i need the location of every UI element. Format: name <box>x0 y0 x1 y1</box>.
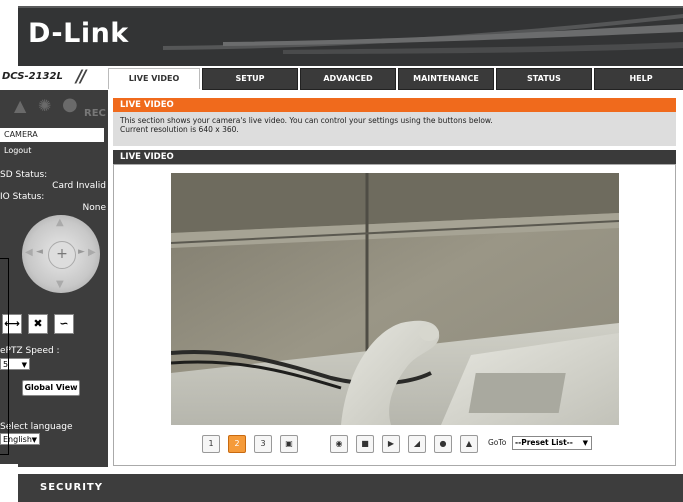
chevron-down-icon: ▼ <box>21 361 27 369</box>
tab-status[interactable]: STATUS <box>496 68 592 90</box>
tab-live-video[interactable]: LIVE VIDEO <box>108 68 200 89</box>
step-right-icon[interactable]: ► <box>78 247 85 257</box>
sidebar-item-logout[interactable]: Logout <box>0 144 104 158</box>
model-label-area: DCS-2132L // <box>0 66 100 90</box>
eptz-speed-select[interactable]: 5 ▼ <box>0 358 30 370</box>
section-title: LIVE VIDEO <box>113 98 676 112</box>
preset-list-select[interactable]: --Preset List-- ▼ <box>512 436 592 450</box>
left-frame-tick-bottom <box>0 454 9 455</box>
description-line-2: Current resolution is 640 x 360. <box>120 125 239 134</box>
pan-up-icon[interactable]: ▲ <box>56 217 64 228</box>
stop-patrol-button[interactable]: ✖ <box>28 314 48 334</box>
video-section-title: LIVE VIDEO <box>113 150 676 164</box>
header-banner: D-Link <box>18 6 683 66</box>
tab-setup[interactable]: SETUP <box>202 68 298 90</box>
horizontal-patrol-button[interactable]: ⟷ <box>2 314 22 334</box>
header-swoosh <box>163 14 683 54</box>
description-line-1: This section shows your camera's live vi… <box>120 116 493 125</box>
chevron-down-icon: ▼ <box>31 436 37 444</box>
footer: SECURITY <box>18 474 683 502</box>
d-link-logo: D-Link <box>28 18 129 49</box>
folder-icon[interactable]: ▶ <box>382 435 400 453</box>
language-label: Select language <box>0 422 73 432</box>
io-status-label: IO Status: <box>0 192 45 202</box>
left-frame-line <box>8 258 9 454</box>
pan-left-icon[interactable]: ◀ <box>25 247 33 258</box>
motion-icon: ✺ <box>38 96 52 115</box>
ptz-control-pad[interactable]: ▲ ▼ ◀ ▶ ◄ ► + <box>22 215 100 293</box>
pan-down-icon[interactable]: ▼ <box>56 279 64 290</box>
tab-advanced[interactable]: ADVANCED <box>300 68 396 90</box>
path-patrol-button[interactable]: ∽ <box>54 314 74 334</box>
sd-status-label: SD Status: <box>0 170 48 180</box>
speaker-icon[interactable]: ◢ <box>408 435 426 453</box>
divider-slashes-icon: // <box>76 67 87 87</box>
microphone-icon[interactable]: ● <box>434 435 452 453</box>
snapshot-icon[interactable]: ◉ <box>330 435 348 453</box>
preset-list-value: --Preset List-- <box>515 438 573 447</box>
section-description: This section shows your camera's live vi… <box>113 112 676 146</box>
left-frame-tick-top <box>0 258 9 259</box>
stream-3-button[interactable]: 3 <box>254 435 272 453</box>
video-panel: 1 2 3 ▣ ◉ ■ ▶ ◢ ● ▲ GoTo --Preset List--… <box>113 164 676 466</box>
language-select[interactable]: English ▼ <box>0 433 40 445</box>
sidebar-item-camera[interactable]: CAMERA <box>0 128 104 142</box>
sidebar: ▲ ✺ ● REC CAMERA Logout SD Status: Card … <box>0 90 108 467</box>
sd-status-value: Card Invalid <box>52 181 106 191</box>
step-left-icon[interactable]: ◄ <box>36 247 43 257</box>
stream-1-button[interactable]: 1 <box>202 435 220 453</box>
digital-output-icon[interactable]: ▲ <box>460 435 478 453</box>
main-nav: LIVE VIDEO SETUP ADVANCED MAINTENANCE ST… <box>108 68 683 90</box>
stream-2-button[interactable]: 2 <box>228 435 246 453</box>
alarm-light-icon: ▲ <box>14 96 27 115</box>
main-content: LIVE VIDEO This section shows your camer… <box>113 90 676 467</box>
tab-maintenance[interactable]: MAINTENANCE <box>398 68 494 90</box>
record-video-icon[interactable]: ■ <box>356 435 374 453</box>
footer-security-label: SECURITY <box>40 482 103 493</box>
fullscreen-icon[interactable]: ▣ <box>280 435 298 453</box>
footer-left-gap <box>0 464 18 502</box>
tab-help[interactable]: HELP <box>594 68 683 90</box>
status-icons: ▲ ✺ ● REC <box>14 94 106 119</box>
live-video-feed[interactable] <box>171 173 619 425</box>
rec-label: REC <box>84 108 106 119</box>
pan-right-icon[interactable]: ▶ <box>88 247 96 258</box>
model-name: DCS-2132L <box>2 71 63 82</box>
ptz-home-icon[interactable]: + <box>48 241 76 269</box>
video-frame-image <box>171 173 619 425</box>
io-status-value: None <box>82 203 106 213</box>
goto-label: GoTo <box>488 438 507 447</box>
global-view-button[interactable]: Global View <box>22 380 80 396</box>
chevron-down-icon: ▼ <box>582 439 588 447</box>
record-dot-icon: ● <box>62 94 78 115</box>
